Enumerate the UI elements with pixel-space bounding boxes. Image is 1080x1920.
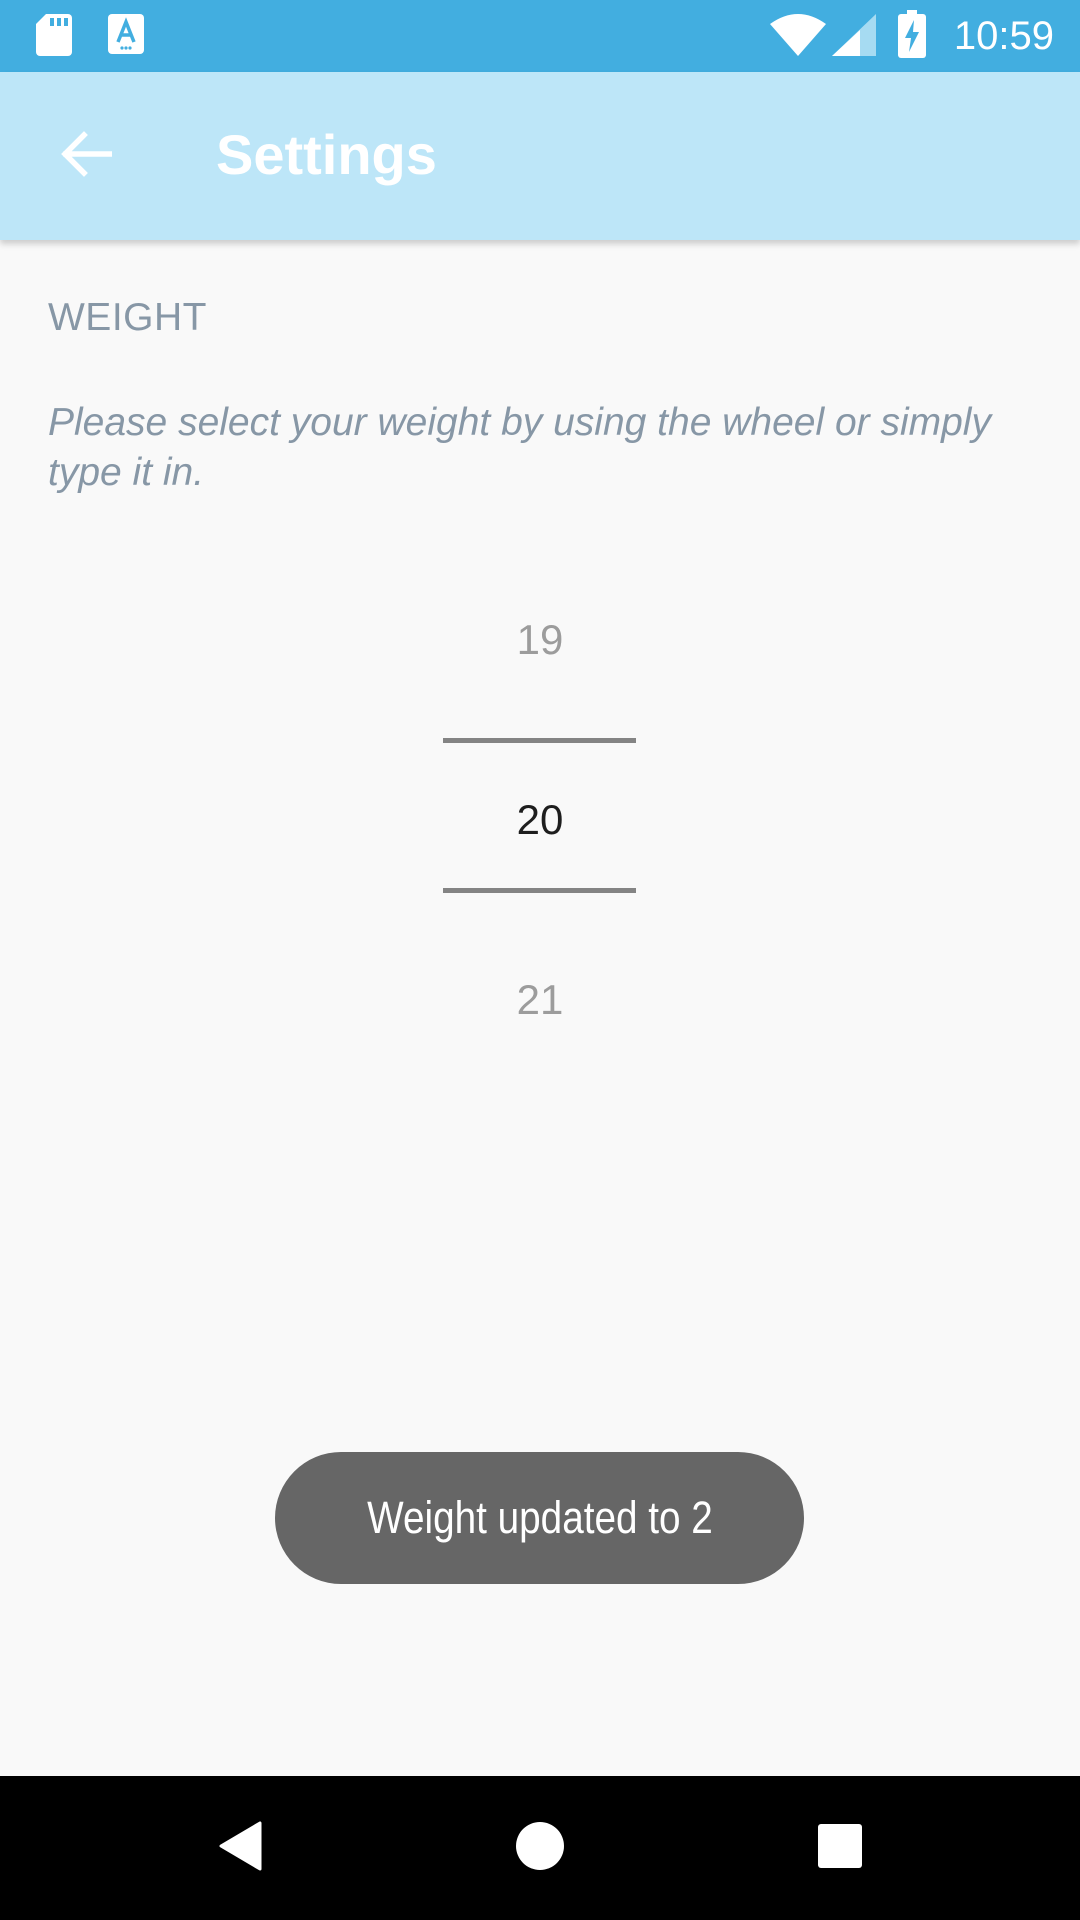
page-title: Settings <box>216 123 437 186</box>
back-button[interactable] <box>46 116 126 196</box>
back-triangle-icon <box>218 1821 262 1876</box>
picker-next-value[interactable]: 21 <box>400 974 680 1026</box>
nav-back-button[interactable] <box>190 1798 290 1898</box>
status-bar: 10:59 <box>0 0 1080 72</box>
app-bar: Settings <box>0 72 1080 240</box>
toast-message: Weight updated to 2 <box>366 1492 713 1543</box>
arrow-back-icon <box>60 130 113 183</box>
status-clock: 10:59 <box>953 14 1054 58</box>
cell-signal-icon <box>832 14 876 61</box>
weight-description: Please select your weight by using the w… <box>48 401 991 494</box>
nav-home-button[interactable] <box>490 1798 590 1898</box>
sd-card-icon <box>36 14 72 61</box>
font-download-icon <box>108 14 144 59</box>
picker-selected-value[interactable]: 20 <box>400 794 680 846</box>
battery-charging-icon <box>898 10 926 63</box>
picker-divider-bottom <box>443 888 636 893</box>
toast: Weight updated to 2 <box>275 1452 804 1584</box>
weight-number-picker[interactable]: 19 20 21 <box>400 590 680 1050</box>
home-circle-icon <box>515 1821 565 1876</box>
section-header-weight: WEIGHT <box>48 296 207 339</box>
nav-recents-button[interactable] <box>790 1798 890 1898</box>
wifi-icon <box>770 14 826 61</box>
navigation-bar <box>0 1776 1080 1920</box>
recents-square-icon <box>817 1823 863 1874</box>
picker-divider-top <box>443 738 636 743</box>
picker-previous-value[interactable]: 19 <box>400 614 680 666</box>
